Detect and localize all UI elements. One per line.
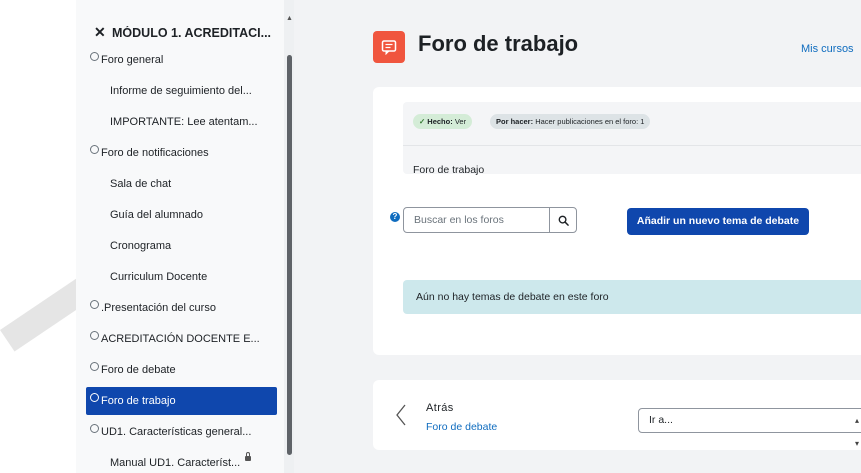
sidebar-item-label: Curriculum Docente <box>110 271 208 283</box>
sidebar-item[interactable]: Informe de seguimiento del... <box>86 77 277 105</box>
completion-todo-badge: Por hacer: Hacer publicaciones en el for… <box>490 114 651 129</box>
lock-icon <box>245 452 252 461</box>
jump-to-value: Ir a... <box>649 414 673 426</box>
completion-circle-icon <box>90 361 99 371</box>
sidebar-item-label: Sala de chat <box>110 178 172 190</box>
search-button[interactable] <box>549 208 576 232</box>
search-input[interactable] <box>404 208 554 232</box>
chevron-left-icon[interactable] <box>395 404 407 426</box>
sidebar-item[interactable]: UD1. Características general... <box>86 418 277 446</box>
sidebar-item-label: Foro general <box>101 54 164 66</box>
help-icon[interactable]: ? <box>390 212 400 222</box>
select-caret-icon: ▴ ▾ <box>855 416 860 448</box>
sidebar-item-label: Manual UD1. Característ... <box>110 457 241 469</box>
completion-circle-icon <box>90 423 99 433</box>
completion-circle-icon <box>90 51 99 61</box>
divider <box>403 145 861 146</box>
scroll-up-arrow[interactable]: ▲ <box>286 15 293 22</box>
breadcrumb-mis-cursos[interactable]: Mis cursos <box>801 43 854 55</box>
sidebar-item[interactable]: Cronograma <box>86 232 277 260</box>
sidebar-item-label: Foro de trabajo <box>101 395 176 407</box>
sidebar-item-label: Cronograma <box>110 240 172 252</box>
activity-navigation: Atrás Foro de debate Ir a... ▴ ▾ <box>373 380 861 450</box>
search-icon <box>558 215 569 226</box>
add-discussion-button[interactable]: Añadir un nuevo tema de debate <box>627 208 809 235</box>
page-margin <box>0 0 76 473</box>
sidebar-item-label: Guía del alumnado <box>110 209 203 221</box>
sidebar-item-label: UD1. Características general... <box>101 426 252 438</box>
sidebar-item[interactable]: ACREDITACIÓN DOCENTE E... <box>86 325 277 353</box>
back-label: Atrás <box>426 402 454 414</box>
sidebar-item-label: Informe de seguimiento del... <box>110 85 252 97</box>
empty-discussions-alert: Aún no hay temas de debate en este foro <box>403 280 861 314</box>
sidebar-item-label: Foro de debate <box>101 364 176 376</box>
forum-search <box>403 207 577 233</box>
completion-done-badge: ✓ Hecho: Ver <box>413 114 473 129</box>
sidebar-item[interactable]: Curriculum Docente <box>86 263 277 291</box>
sidebar-item[interactable]: Sala de chat <box>86 170 277 198</box>
forum-card: ✓ Hecho: Ver Por hacer: Hacer publicacion… <box>373 87 861 355</box>
sidebar-item[interactable]: Manual UD1. Característ... <box>86 449 277 473</box>
sidebar-item[interactable]: Foro de notificaciones <box>86 139 277 167</box>
sidebar-item[interactable]: Foro de debate <box>86 356 277 384</box>
forum-icon <box>373 31 405 63</box>
check-icon: ✓ <box>419 117 426 126</box>
completion-circle-icon <box>90 392 99 402</box>
sidebar-item-label: ACREDITACIÓN DOCENTE E... <box>101 333 260 345</box>
sidebar-scroll-thumb[interactable] <box>287 55 292 455</box>
forum-description: Foro de trabajo <box>413 164 485 176</box>
section-header[interactable]: ✕ MÓDULO 1. ACREDITACI... <box>94 24 280 41</box>
jump-to-select[interactable]: Ir a... ▴ ▾ <box>638 408 861 448</box>
sidebar-item-label: .Presentación del curso <box>101 302 216 314</box>
main-content: Foro de trabajo Mis cursos ✓ Hecho: Ver P… <box>294 0 861 473</box>
sidebar-item-label: IMPORTANTE: Lee atentam... <box>110 116 258 128</box>
sidebar-item[interactable]: .Presentación del curso <box>86 294 277 322</box>
completion-circle-icon <box>90 144 99 154</box>
previous-activity-link[interactable]: Foro de debate <box>426 421 497 433</box>
course-index-sidebar: ✕ MÓDULO 1. ACREDITACI... Foro general In… <box>76 0 284 473</box>
page-title: Foro de trabajo <box>418 31 579 56</box>
sidebar-item[interactable]: IMPORTANTE: Lee atentam... <box>86 108 277 136</box>
completion-circle-icon <box>90 330 99 340</box>
sidebar-item-label: Foro de notificaciones <box>101 147 209 159</box>
sidebar-item[interactable]: Foro de trabajo <box>86 387 277 415</box>
section-title: MÓDULO 1. ACREDITACI... <box>112 25 272 40</box>
completion-circle-icon <box>90 299 99 309</box>
sidebar-item[interactable]: Foro general <box>86 46 277 74</box>
sidebar-item[interactable]: Guía del alumnado <box>86 201 277 229</box>
collapse-icon[interactable]: ✕ <box>94 24 112 41</box>
